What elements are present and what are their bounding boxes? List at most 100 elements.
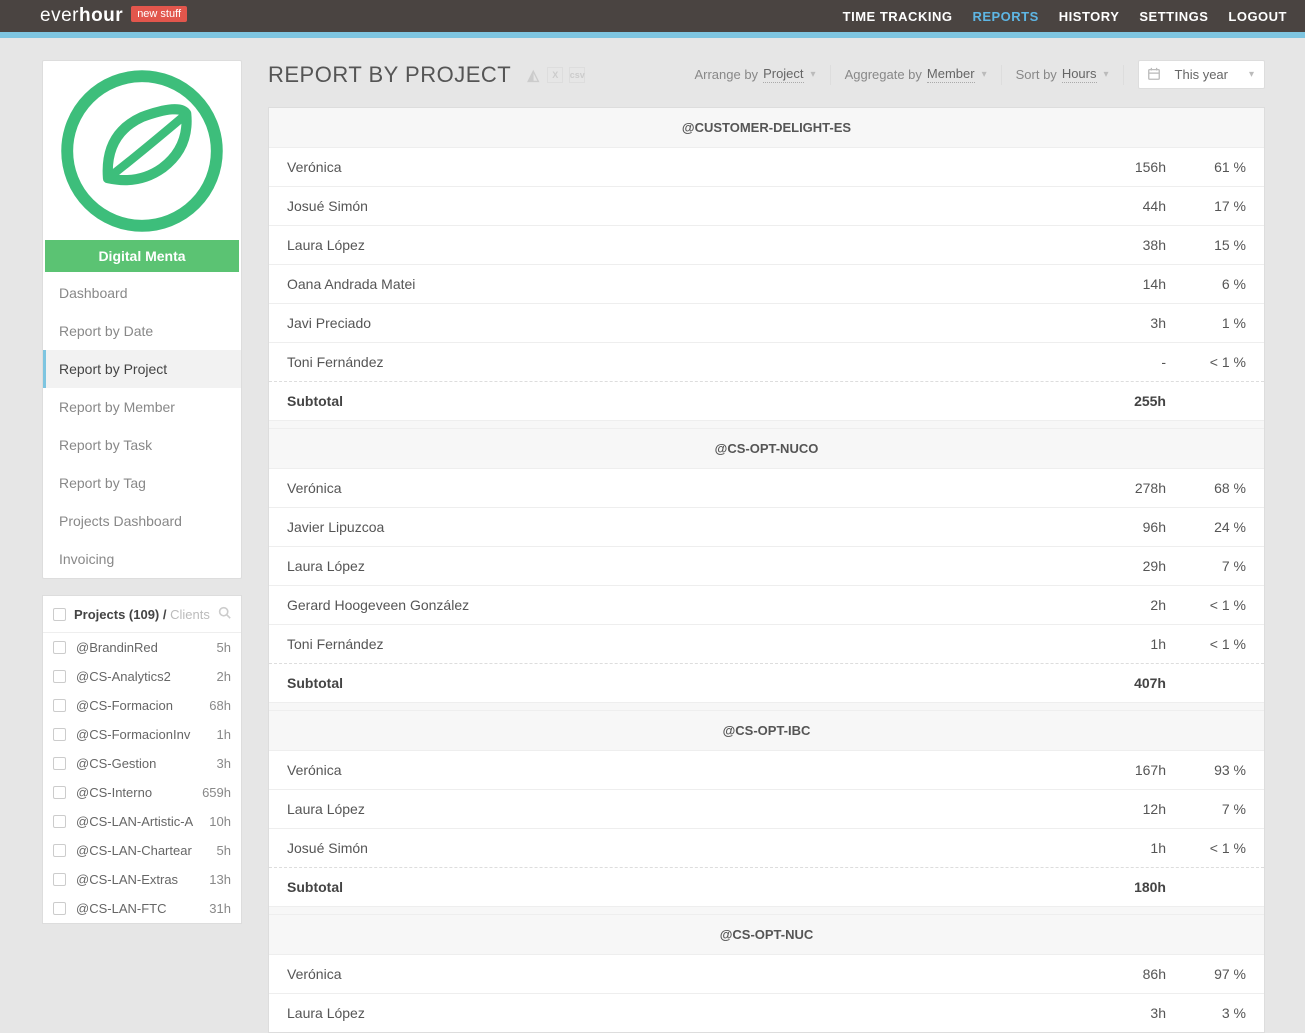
project-item[interactable]: @CS-LAN-FTC31h [43, 894, 241, 923]
sidebar-item-invoicing[interactable]: Invoicing [43, 540, 241, 578]
sidebar-item-dashboard[interactable]: Dashboard [43, 274, 241, 312]
report-row[interactable]: Verónica167h93 % [269, 750, 1264, 789]
member-name: Laura López [287, 1005, 1046, 1021]
subtotal-label: Subtotal [287, 879, 1046, 895]
member-percent: < 1 % [1166, 354, 1246, 370]
search-icon[interactable] [218, 606, 231, 622]
project-hours: 10h [209, 814, 231, 829]
member-percent: 24 % [1166, 519, 1246, 535]
project-hours: 659h [202, 785, 231, 800]
member-percent: 7 % [1166, 558, 1246, 574]
report-row[interactable]: Laura López29h7 % [269, 546, 1264, 585]
separator [1123, 65, 1124, 85]
project-item[interactable]: @CS-LAN-Chartear5h [43, 836, 241, 865]
project-item[interactable]: @CS-LAN-Extras13h [43, 865, 241, 894]
googledrive-icon[interactable]: ◭ [525, 67, 541, 83]
member-hours: 44h [1046, 198, 1166, 214]
nav-time-tracking[interactable]: TIME TRACKING [843, 9, 953, 24]
report-row[interactable]: Verónica86h97 % [269, 954, 1264, 993]
report-row[interactable]: Toni Fernández-< 1 % [269, 342, 1264, 381]
report-row[interactable]: Josué Simón1h< 1 % [269, 828, 1264, 867]
export-excel-icon[interactable]: X [547, 67, 563, 83]
project-checkbox[interactable] [53, 757, 66, 770]
member-percent: 7 % [1166, 801, 1246, 817]
report-row[interactable]: Verónica156h61 % [269, 147, 1264, 186]
projects-header-title[interactable]: Projects (109) / Clients [74, 607, 210, 622]
report-table: @CUSTOMER-DELIGHT-ESVerónica156h61 %Josu… [268, 107, 1265, 1033]
project-item[interactable]: @CS-Interno659h [43, 778, 241, 807]
report-row[interactable]: Gerard Hoogeveen González2h< 1 % [269, 585, 1264, 624]
chevron-down-icon: ▾ [982, 69, 987, 80]
project-name: @CS-LAN-Artistic-A [76, 814, 199, 829]
sidebar-item-report-member[interactable]: Report by Member [43, 388, 241, 426]
member-name: Josué Simón [287, 198, 1046, 214]
report-row[interactable]: Javier Lipuzcoa96h24 % [269, 507, 1264, 546]
project-item[interactable]: @CS-LAN-Artistic-A 10h [43, 807, 241, 836]
report-row[interactable]: Laura López3h3 % [269, 993, 1264, 1032]
nav-settings[interactable]: SETTINGS [1139, 9, 1208, 24]
nav-reports[interactable]: REPORTS [972, 9, 1038, 24]
project-item[interactable]: @BrandinRed5h [43, 633, 241, 662]
member-name: Javi Preciado [287, 315, 1046, 331]
report-row[interactable]: Josué Simón44h17 % [269, 186, 1264, 225]
group-gap [269, 420, 1264, 428]
project-item[interactable]: @CS-Analytics22h [43, 662, 241, 691]
report-controls: Arrange by Project ▾ Aggregate by Member… [694, 60, 1265, 89]
project-checkbox[interactable] [53, 844, 66, 857]
nav-history[interactable]: HISTORY [1059, 9, 1120, 24]
page-title: REPORT BY PROJECT [268, 62, 511, 88]
group-header[interactable]: @CS-OPT-NUCO [269, 428, 1264, 468]
subtotal-label: Subtotal [287, 675, 1046, 691]
member-name: Javier Lipuzcoa [287, 519, 1046, 535]
sort-by-control[interactable]: Sort by Hours ▾ [1016, 66, 1109, 83]
select-all-checkbox[interactable] [53, 608, 66, 621]
project-name: @CS-Gestion [76, 756, 207, 771]
project-checkbox[interactable] [53, 873, 66, 886]
report-row[interactable]: Laura López12h7 % [269, 789, 1264, 828]
chevron-down-icon: ▾ [1104, 69, 1109, 80]
sort-by-value: Hours [1062, 66, 1097, 83]
brand-logo[interactable]: everhour [40, 5, 123, 27]
date-range-select[interactable]: This year ▾ [1138, 60, 1265, 89]
member-name: Gerard Hoogeveen González [287, 597, 1046, 613]
new-stuff-badge[interactable]: new stuff [131, 6, 187, 22]
project-name: @CS-FormacionInv [76, 727, 207, 742]
project-checkbox[interactable] [53, 641, 66, 654]
project-checkbox[interactable] [53, 815, 66, 828]
project-checkbox[interactable] [53, 728, 66, 741]
report-row[interactable]: Laura López38h15 % [269, 225, 1264, 264]
member-name: Toni Fernández [287, 354, 1046, 370]
project-hours: 13h [209, 872, 231, 887]
separator [1001, 65, 1002, 85]
project-item[interactable]: @CS-Gestion3h [43, 749, 241, 778]
sidebar-item-report-project[interactable]: Report by Project [43, 350, 241, 388]
sidebar-item-report-task[interactable]: Report by Task [43, 426, 241, 464]
report-row[interactable]: Javi Preciado3h1 % [269, 303, 1264, 342]
arrange-by-control[interactable]: Arrange by Project ▾ [694, 66, 815, 83]
project-item[interactable]: @CS-FormacionInv1h [43, 720, 241, 749]
chevron-down-icon: ▾ [811, 69, 816, 80]
member-hours: 167h [1046, 762, 1166, 778]
group-header[interactable]: @CUSTOMER-DELIGHT-ES [269, 108, 1264, 147]
project-name: @CS-LAN-FTC [76, 901, 199, 916]
project-checkbox[interactable] [53, 786, 66, 799]
subtotal-label: Subtotal [287, 393, 1046, 409]
report-row[interactable]: Toni Fernández1h< 1 % [269, 624, 1264, 663]
aggregate-by-control[interactable]: Aggregate by Member ▾ [845, 66, 987, 83]
nav-logout[interactable]: LOGOUT [1228, 9, 1287, 24]
arrange-by-label: Arrange by [694, 67, 758, 82]
sidebar-item-report-tag[interactable]: Report by Tag [43, 464, 241, 502]
group-header[interactable]: @CS-OPT-NUC [269, 914, 1264, 954]
project-checkbox[interactable] [53, 670, 66, 683]
project-checkbox[interactable] [53, 699, 66, 712]
project-checkbox[interactable] [53, 902, 66, 915]
report-row[interactable]: Oana Andrada Matei14h6 % [269, 264, 1264, 303]
report-row[interactable]: Verónica278h68 % [269, 468, 1264, 507]
project-item[interactable]: @CS-Formacion68h [43, 691, 241, 720]
member-name: Laura López [287, 558, 1046, 574]
sidebar-item-report-date[interactable]: Report by Date [43, 312, 241, 350]
sidebar-item-projects-dashboard[interactable]: Projects Dashboard [43, 502, 241, 540]
group-header[interactable]: @CS-OPT-IBC [269, 710, 1264, 750]
subtotal-row: Subtotal407h [269, 663, 1264, 702]
export-csv-icon[interactable]: csv [569, 67, 585, 83]
